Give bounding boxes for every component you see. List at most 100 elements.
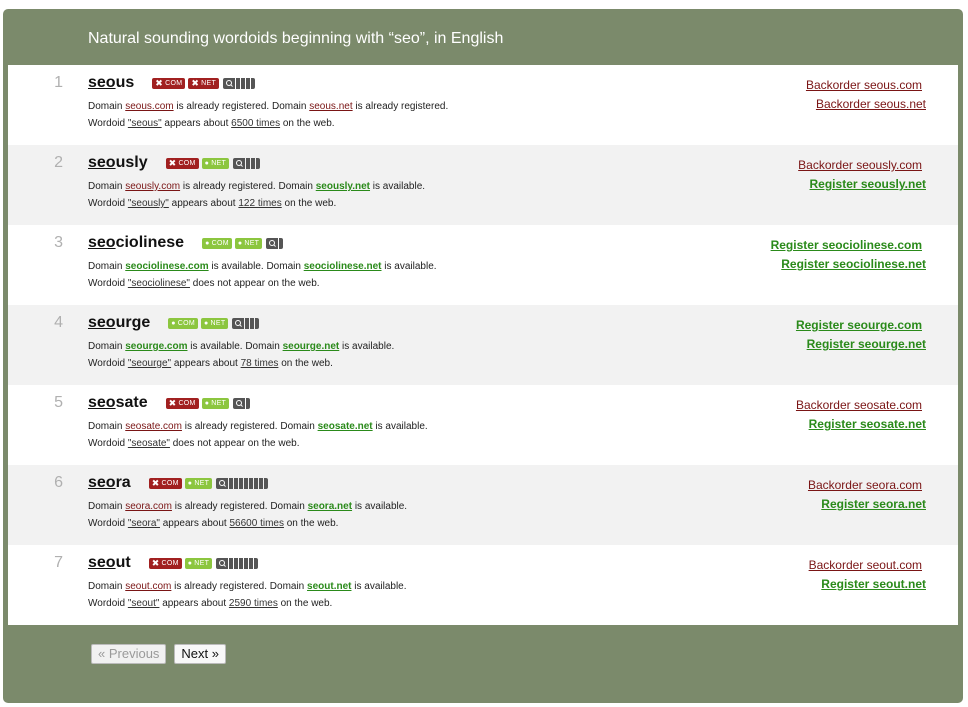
result-details: Domain seously.com is already registered… <box>88 178 425 212</box>
result-row: 7 seo ut ✖ COM ● NET Domain seout.com is al… <box>8 545 958 625</box>
domain-actions: Backorder seous.com Backorder seous.net <box>806 76 926 114</box>
net-domain-link[interactable]: seous.net <box>309 101 352 112</box>
com-badge-label: COM <box>178 399 196 407</box>
net-action-link[interactable]: Backorder seous.net <box>806 95 926 114</box>
com-action-link[interactable]: Backorder seosate.com <box>796 396 922 415</box>
com-badge: ✖ COM <box>165 397 199 409</box>
domain-actions: Backorder seout.com Register seout.net <box>809 556 926 594</box>
meter-bar <box>249 557 254 569</box>
wordoid-search-link[interactable]: "seourge" <box>128 358 171 369</box>
domain-actions: Register seociolinese.com Register seoci… <box>771 236 926 274</box>
wordoid-search-link[interactable]: "seout" <box>128 598 160 609</box>
com-action-link[interactable]: Backorder seously.com <box>798 156 922 175</box>
com-action-link[interactable]: Backorder seora.com <box>808 476 922 495</box>
meter-bar <box>229 477 234 489</box>
magnifier-icon <box>232 317 245 329</box>
net-action-link[interactable]: Register seosate.net <box>796 415 926 434</box>
result-row: 2 seo usly ✖ COM ● NET Domain seously.com i… <box>8 145 958 225</box>
wordoid-link[interactable]: seo us ✖ COM ✖ NET <box>88 74 256 92</box>
frequency-suffix: on the web. <box>282 118 335 129</box>
net-badge-label: NET <box>201 79 217 87</box>
net-action-link[interactable]: Register seora.net <box>808 495 926 514</box>
wordoid-link[interactable]: seo usly ✖ COM ● NET <box>88 154 261 172</box>
wordoid-search-link[interactable]: "seociolinese" <box>128 278 190 289</box>
wordoid-link[interactable]: seo sate ✖ COM ● NET <box>88 394 251 412</box>
wordoid-prefix: seo <box>88 74 116 91</box>
com-badge-label: COM <box>161 479 179 487</box>
magnifier-icon <box>233 397 246 409</box>
next-button[interactable]: Next » <box>174 644 226 664</box>
net-action-link[interactable]: Register seout.net <box>809 575 926 594</box>
com-domain-link[interactable]: seora.com <box>125 501 172 512</box>
net-action-link[interactable]: Register seociolinese.net <box>771 255 926 274</box>
page-title: Natural sounding wordoids beginning with… <box>88 30 504 47</box>
meter-bar <box>246 157 251 169</box>
meter-bar <box>234 477 239 489</box>
meter-bar <box>279 237 284 249</box>
com-action-link[interactable]: Backorder seous.com <box>806 76 922 95</box>
com-domain-link[interactable]: seous.com <box>125 101 173 112</box>
frequency-label: Wordoid <box>88 198 126 209</box>
frequency-suffix: on the web. <box>280 598 333 609</box>
frequency-label: Wordoid <box>88 118 126 129</box>
com-badge: ● COM <box>202 237 232 249</box>
net-domain-link[interactable]: seosate.net <box>318 421 373 432</box>
wordoid-search-link[interactable]: "seosate" <box>128 438 170 449</box>
frequency-count-link[interactable]: 122 times <box>238 198 281 209</box>
com-domain-link[interactable]: seosate.com <box>125 421 182 432</box>
com-action-link[interactable]: Register seociolinese.com <box>771 236 922 255</box>
wordoid-search-link[interactable]: "seous" <box>128 118 162 129</box>
domain-actions: Backorder seora.com Register seora.net <box>808 476 926 514</box>
com-domain-link[interactable]: seociolinese.com <box>125 261 208 272</box>
result-row: 5 seo sate ✖ COM ● NET Domain seosate.com i… <box>8 385 958 465</box>
wordoid-link[interactable]: seo ciolinese ● COM ● NET <box>88 234 284 252</box>
result-row: 6 seo ra ✖ COM ● NET Domain seora.com is al… <box>8 465 958 545</box>
com-action-link[interactable]: Backorder seout.com <box>809 556 922 575</box>
net-action-link[interactable]: Register seourge.net <box>796 335 926 354</box>
com-domain-link[interactable]: seout.com <box>125 581 171 592</box>
wordoid-link[interactable]: seo ra ✖ COM ● NET <box>88 474 269 492</box>
results-panel: Natural sounding wordoids beginning with… <box>3 9 963 703</box>
net-domain-link[interactable]: seora.net <box>308 501 352 512</box>
meter-bar <box>256 157 261 169</box>
wordoid-link[interactable]: seo ut ✖ COM ● NET <box>88 554 259 572</box>
net-domain-link[interactable]: seout.net <box>307 581 351 592</box>
frequency-count-link[interactable]: 56600 times <box>229 518 283 529</box>
com-domain-link[interactable]: seously.com <box>125 181 180 192</box>
net-badge: ● NET <box>201 397 230 409</box>
availability-badges: ✖ COM ✖ NET <box>152 77 220 89</box>
wordoid-search-link[interactable]: "seora" <box>128 518 160 529</box>
frequency-text: appears about <box>162 598 227 609</box>
net-domain-link[interactable]: seourge.net <box>283 341 340 352</box>
wordoid-link[interactable]: seo urge ● COM ● NET <box>88 314 260 332</box>
com-badge-label: COM <box>165 79 183 87</box>
meter-bar <box>244 477 249 489</box>
domain-label: Domain <box>88 501 123 512</box>
domain-label: Domain <box>270 501 305 512</box>
popularity-meter <box>216 477 269 489</box>
frequency-count-link[interactable]: 6500 times <box>231 118 280 129</box>
domain-line: Domain seous.com is already registered. … <box>88 98 448 115</box>
dot-icon: ● <box>204 159 210 167</box>
net-badge-label: NET <box>210 319 226 327</box>
domain-label: Domain <box>269 581 305 592</box>
net-action-link[interactable]: Register seously.net <box>798 175 926 194</box>
domain-line: Domain seout.com is already registered. … <box>88 578 407 595</box>
net-domain-link[interactable]: seociolinese.net <box>304 261 382 272</box>
net-status-text: is available. <box>342 341 395 352</box>
previous-button[interactable]: « Previous <box>91 644 167 664</box>
frequency-count-link[interactable]: 2590 times <box>229 598 278 609</box>
net-domain-link[interactable]: seously.net <box>316 181 370 192</box>
com-action-link[interactable]: Register seourge.com <box>796 316 922 335</box>
wordoid-search-link[interactable]: "seously" <box>128 198 169 209</box>
net-status-text: is available. <box>354 501 408 512</box>
net-badge-label: NET <box>194 479 210 487</box>
com-domain-link[interactable]: seourge.com <box>125 341 187 352</box>
domain-label: Domain <box>266 261 301 272</box>
frequency-suffix: on the web. <box>286 518 339 529</box>
wordoid-prefix: seo <box>88 314 116 331</box>
com-badge-label: COM <box>177 319 196 327</box>
frequency-count-link[interactable]: 78 times <box>241 358 279 369</box>
com-badge: ✖ COM <box>148 477 182 489</box>
dot-icon: ● <box>205 239 210 247</box>
